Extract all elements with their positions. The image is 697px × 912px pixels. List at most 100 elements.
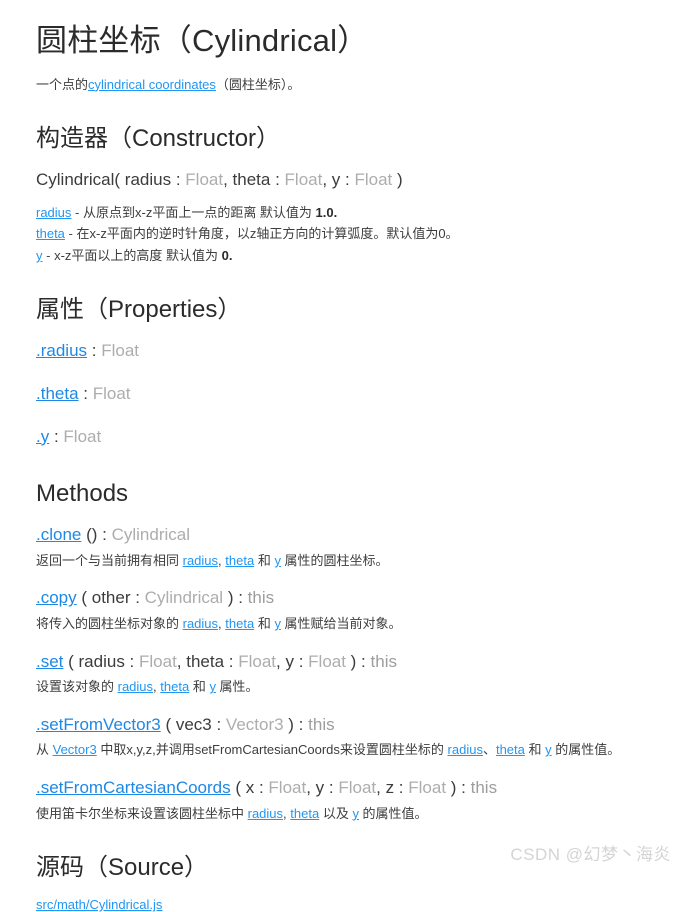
property-name-link[interactable]: .radius — [36, 341, 87, 360]
method-arg-colon: : — [293, 651, 309, 671]
inline-property-link[interactable]: Vector3 — [53, 742, 97, 757]
method-description-text: 属性的圆柱坐标。 — [280, 552, 389, 568]
param-link[interactable]: radius — [36, 205, 71, 220]
param-type: Float — [185, 170, 224, 190]
inline-property-link[interactable]: radius — [118, 679, 153, 694]
param-name: radius — [120, 170, 172, 190]
lead-paragraph: 一个点的cylindrical coordinates（圆柱坐标）。 — [36, 75, 661, 95]
method-arg-type: Float — [338, 777, 377, 797]
method-open-paren: ( — [230, 777, 246, 797]
method-arg-name: radius — [78, 651, 125, 671]
method-arg-name: z — [385, 777, 395, 797]
constructor-params: radius : Float, theta : Float, y : Float — [120, 170, 397, 189]
page-title: 圆柱坐标（Cylindrical） — [36, 23, 369, 58]
method-description-text: 从 — [36, 742, 53, 758]
csdn-watermark: CSDN @幻梦丶海炎 — [510, 845, 671, 864]
source-link-wrap: src/math/Cylindrical.js — [36, 897, 661, 912]
method-description-text: 的属性值。 — [551, 742, 621, 758]
property-row: .radius : Float — [36, 339, 661, 364]
method-name-link[interactable]: .clone — [36, 525, 81, 544]
property-type: Float — [101, 341, 139, 361]
constructor-param-descriptions: radius - 从原点到x-z平面上一点的距离 默认值为 1.0. theta … — [36, 203, 661, 266]
method-signature: .setFromCartesianCoords ( x : Float, y :… — [36, 776, 661, 801]
inline-property-link[interactable]: radius — [248, 806, 283, 821]
method-description: 将传入的圆柱坐标对象的 radius, theta 和 y 属性赋给当前对象。 — [36, 614, 661, 634]
method-arg-name: y — [285, 651, 294, 671]
inline-property-link[interactable]: theta — [225, 553, 254, 568]
method-arg-colon: : — [394, 777, 409, 797]
method-description-text: 设置该对象的 — [36, 679, 118, 695]
method-arg-type: Float — [238, 651, 277, 671]
method-arg-name: vec3 — [175, 714, 212, 734]
method-signature: .clone () : Cylindrical — [36, 523, 661, 548]
method-arg-type: Cylindrical — [144, 588, 224, 608]
property-colon: : — [87, 341, 102, 361]
param-link[interactable]: theta — [36, 226, 65, 241]
method-arg-colon: : — [324, 777, 339, 797]
constructor-close-paren: ) — [397, 170, 403, 190]
inline-property-link[interactable]: radius — [448, 742, 483, 757]
param-dash: - — [42, 247, 55, 263]
property-name-link[interactable]: .y — [36, 427, 49, 446]
method-block: .set ( radius : Float, theta : Float, y … — [36, 650, 661, 697]
method-signature: .copy ( other : Cylindrical ) : this — [36, 586, 661, 611]
param-type: Float — [354, 170, 393, 190]
method-open-paren: () — [81, 525, 98, 545]
method-name-link[interactable]: .setFromCartesianCoords — [36, 778, 231, 797]
param-colon: : — [340, 170, 355, 190]
method-description-text: 属性赋给当前对象。 — [280, 616, 402, 632]
inline-property-link[interactable]: radius — [183, 616, 218, 631]
method-description-text: 和 — [254, 552, 275, 568]
methods-list: .clone () : Cylindrical 返回一个与当前拥有相同 radiu… — [36, 523, 661, 823]
method-description: 从 Vector3 中取x,y,z,并调用setFromCartesianCoo… — [36, 740, 661, 760]
property-colon: : — [78, 384, 93, 404]
method-arg-type: Float — [408, 777, 447, 797]
property-colon: : — [49, 426, 64, 446]
lead-text-post: （圆柱坐标）。 — [215, 76, 301, 92]
lead-text-pre: 一个点的 — [36, 76, 89, 92]
method-open-paren: ( — [63, 651, 79, 671]
method-block: .clone () : Cylindrical 返回一个与当前拥有相同 radiu… — [36, 523, 661, 570]
method-arg-separator: , — [306, 777, 316, 797]
method-arg-separator: , — [376, 777, 386, 797]
param-description-text: x-z平面以上的高度 默认值为 — [54, 247, 222, 263]
inline-property-link[interactable]: theta — [290, 806, 319, 821]
method-return-type: this — [308, 714, 335, 734]
method-description: 使用笛卡尔坐标来设置该圆柱坐标中 radius, theta 以及 y 的属性值… — [36, 804, 661, 824]
method-description-text: 的属性值。 — [358, 805, 428, 821]
document-body: 圆柱坐标（Cylindrical） 一个点的cylindrical coordi… — [0, 0, 697, 912]
method-open-paren: ( — [76, 588, 92, 608]
param-description-text: 在x-z平面内的逆时针角度，以z轴正方向的计算弧度。默认值为0。 — [76, 226, 459, 242]
inline-property-link[interactable]: theta — [160, 679, 189, 694]
method-arg-colon: : — [254, 777, 269, 797]
inline-property-link[interactable]: theta — [225, 616, 254, 631]
method-description-text: 、 — [482, 742, 496, 758]
method-arg-separator: , — [176, 651, 187, 671]
property-name-link[interactable]: .theta — [36, 384, 79, 403]
method-name-link[interactable]: .copy — [36, 588, 77, 607]
param-name: theta — [227, 170, 271, 190]
method-arg-type: Float — [308, 651, 346, 671]
inline-property-link[interactable]: radius — [183, 553, 218, 568]
param-colon: : — [270, 170, 285, 190]
param-default-value: 0. — [221, 247, 233, 263]
method-description-text: 和 — [524, 742, 546, 758]
source-file-link[interactable]: src/math/Cylindrical.js — [36, 897, 162, 912]
inline-property-link[interactable]: theta — [496, 742, 525, 757]
param-type: Float — [284, 170, 323, 190]
method-close-paren: ) : — [223, 588, 248, 608]
method-arg-type: Float — [139, 651, 177, 671]
constructor-signature: Cylindrical( radius : Float, theta : Flo… — [36, 168, 661, 193]
param-default-value: 1.0. — [315, 204, 338, 220]
property-row: .y : Float — [36, 425, 661, 450]
property-type: Float — [63, 426, 102, 446]
method-arg-colon: : — [130, 588, 145, 608]
method-description-text: 和 — [254, 616, 275, 632]
method-name-link[interactable]: .setFromVector3 — [36, 715, 161, 734]
method-close-paren: : — [97, 525, 112, 545]
method-name-link[interactable]: .set — [36, 652, 63, 671]
method-return-type: this — [247, 588, 275, 608]
cylindrical-coordinates-link[interactable]: cylindrical coordinates — [88, 77, 216, 92]
constructor-param-row: radius - 从原点到x-z平面上一点的距离 默认值为 1.0. — [36, 203, 661, 223]
properties-heading: 属性（Properties） — [36, 296, 242, 324]
